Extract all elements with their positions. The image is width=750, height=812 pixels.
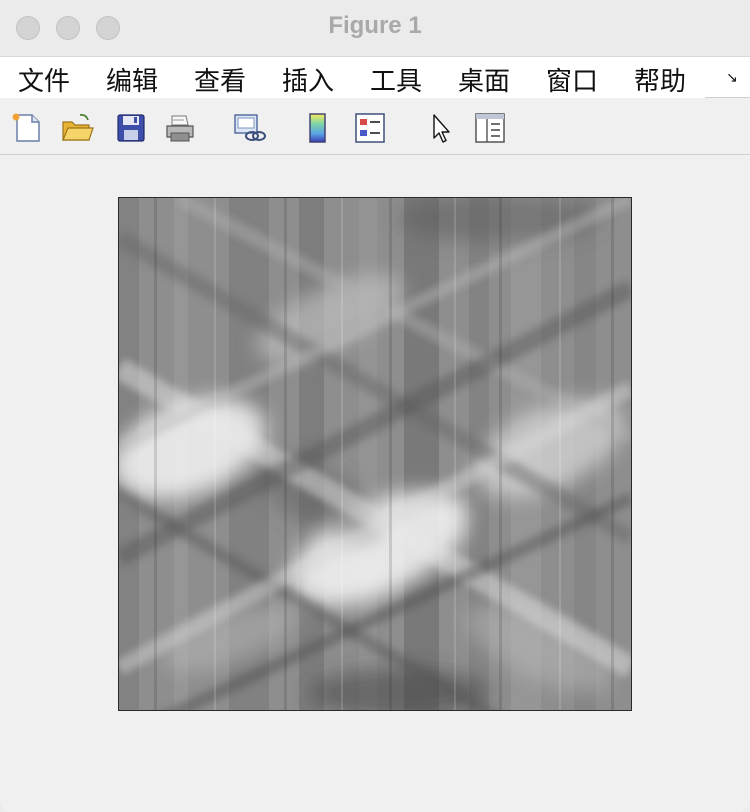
menu-tools[interactable]: 工具 xyxy=(370,61,422,98)
menu-view[interactable]: 查看 xyxy=(194,61,246,98)
menu-overflow-icon[interactable]: ↘ xyxy=(726,70,738,86)
open-file-icon[interactable] xyxy=(60,111,94,145)
legend-icon[interactable] xyxy=(353,111,387,145)
grayscale-image xyxy=(119,198,631,710)
save-icon[interactable] xyxy=(114,111,148,145)
menu-help[interactable]: 帮助 xyxy=(634,61,686,98)
link-plot-icon[interactable] xyxy=(232,111,266,145)
menu-file[interactable]: 文件 xyxy=(18,61,70,98)
menu-desktop[interactable]: 桌面 xyxy=(458,61,510,98)
window-title: Figure 1 xyxy=(328,12,422,39)
print-icon[interactable] xyxy=(163,111,197,145)
property-inspector-icon[interactable] xyxy=(473,111,507,145)
pointer-icon[interactable] xyxy=(424,111,458,145)
menu-edit[interactable]: 编辑 xyxy=(106,61,158,98)
menubar-divider xyxy=(705,97,750,98)
menu-window[interactable]: 窗口 xyxy=(546,61,598,98)
image-display[interactable] xyxy=(118,197,632,711)
title-bar[interactable]: Figure 1 xyxy=(0,0,750,57)
figure-window: Figure 1 文件 编辑 查看 插入 工具 桌面 窗口 帮助 ↘ xyxy=(0,0,750,812)
colorbar-icon[interactable] xyxy=(301,111,335,145)
menu-bar: 文件 编辑 查看 插入 工具 桌面 窗口 帮助 xyxy=(0,57,750,98)
menu-insert[interactable]: 插入 xyxy=(282,61,334,98)
new-figure-icon[interactable] xyxy=(10,111,44,145)
toolbar xyxy=(0,99,750,155)
